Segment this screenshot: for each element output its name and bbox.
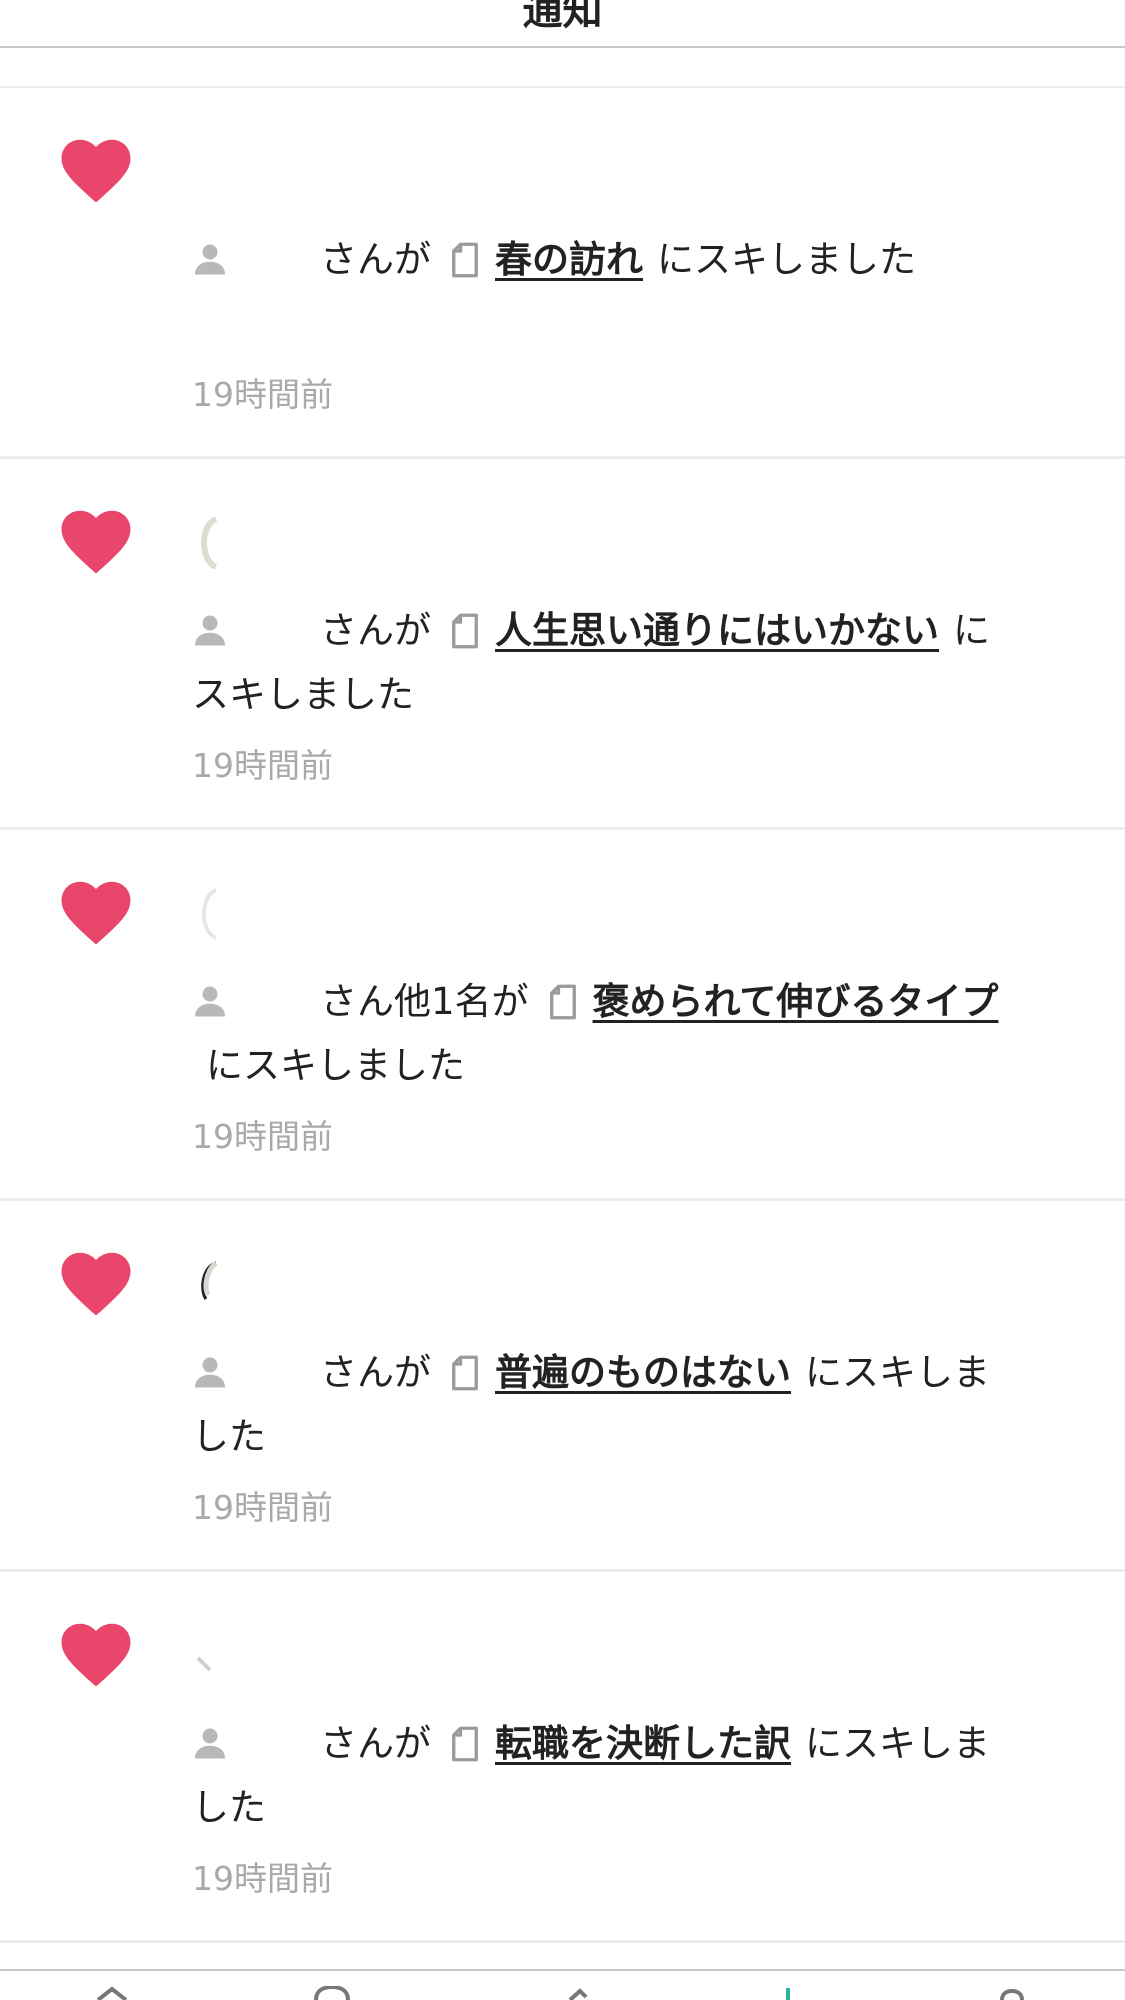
notification-message: さんが 人生思い通りにはいかない にスキしました (192, 599, 1022, 727)
notification-message: さんが 春の訪れ にスキしました (192, 228, 1022, 292)
avatar[interactable] (192, 1259, 218, 1311)
document-icon (549, 984, 576, 1020)
notification-item[interactable]: さんが 転職を決断した訳 にスキしました 19時間前 (0, 1572, 1125, 1943)
notification-verb: さんが (320, 1722, 431, 1765)
article-title-link[interactable]: 褒められて伸びるタイプ (593, 980, 999, 1023)
heart-icon (61, 881, 131, 945)
user-icon (195, 986, 225, 1017)
user-icon (195, 1357, 225, 1388)
article-title-link[interactable]: 春の訪れ (495, 238, 643, 281)
heart-icon (61, 510, 131, 574)
heart-icon (61, 1623, 131, 1687)
notification-message: さん他1名が 褒められて伸びるタイプにスキしました (192, 970, 1022, 1098)
notification-item[interactable]: さんが 普遍のものはない にスキしました 19時間前 (0, 1201, 1125, 1572)
search-icon[interactable] (310, 1986, 354, 2000)
notification-tab-icon[interactable] (766, 1986, 810, 2000)
notification-time: 19時間前 (192, 1488, 333, 1527)
document-icon (452, 613, 478, 649)
document-icon (452, 242, 478, 278)
article-title-link[interactable]: 普遍のものはない (495, 1351, 791, 1394)
user-name[interactable] (236, 262, 320, 272)
notification-verb: さんが (320, 238, 431, 281)
notification-item[interactable]: さんが 人生思い通りにはいかない にスキしました 19時間前 (0, 459, 1125, 830)
user-icon (195, 1728, 225, 1759)
user-name[interactable] (236, 1375, 320, 1385)
notification-time: 19時間前 (192, 375, 333, 414)
notification-time: 19時間前 (192, 746, 333, 785)
notification-suffix: にスキしました (657, 238, 916, 281)
user-name[interactable] (236, 1746, 320, 1756)
document-icon (452, 1355, 478, 1391)
avatar[interactable] (192, 517, 218, 569)
post-icon[interactable] (556, 1986, 600, 2000)
user-icon (195, 615, 225, 646)
notification-time: 19時間前 (192, 1859, 333, 1898)
heart-icon (61, 139, 131, 203)
notification-item[interactable]: さん他1名が 褒められて伸びるタイプにスキしました 19時間前 (0, 830, 1125, 1201)
article-title-link[interactable]: 転職を決断した訳 (495, 1722, 791, 1765)
notification-item[interactable]: さんが 春の訪れ にスキしました 19時間前 (0, 88, 1125, 459)
page-title: 通知 (522, 0, 603, 34)
heart-icon (61, 1252, 131, 1316)
notification-verb: さんが (320, 609, 431, 652)
article-title-link[interactable]: 人生思い通りにはいかない (495, 609, 939, 652)
notification-time: 19時間前 (192, 1117, 333, 1156)
tab-bar-divider (0, 1969, 1125, 1971)
notification-message: さんが 普遍のものはない にスキしました (192, 1341, 1022, 1469)
home-icon[interactable] (90, 1986, 134, 2000)
profile-icon[interactable] (990, 1986, 1034, 2000)
notification-suffix: にスキしました (206, 1044, 465, 1087)
avatar[interactable] (192, 888, 218, 940)
notification-verb: さんが (320, 1351, 431, 1394)
user-name[interactable] (236, 633, 320, 643)
notification-verb: さん他1名が (320, 980, 529, 1023)
avatar[interactable] (192, 1630, 218, 1682)
user-icon (195, 244, 225, 275)
top-app-bar: 通知 (0, 0, 1125, 48)
notification-message: さんが 転職を決断した訳 にスキしました (192, 1712, 1022, 1840)
document-icon (452, 1726, 478, 1762)
user-name[interactable] (236, 1004, 320, 1014)
